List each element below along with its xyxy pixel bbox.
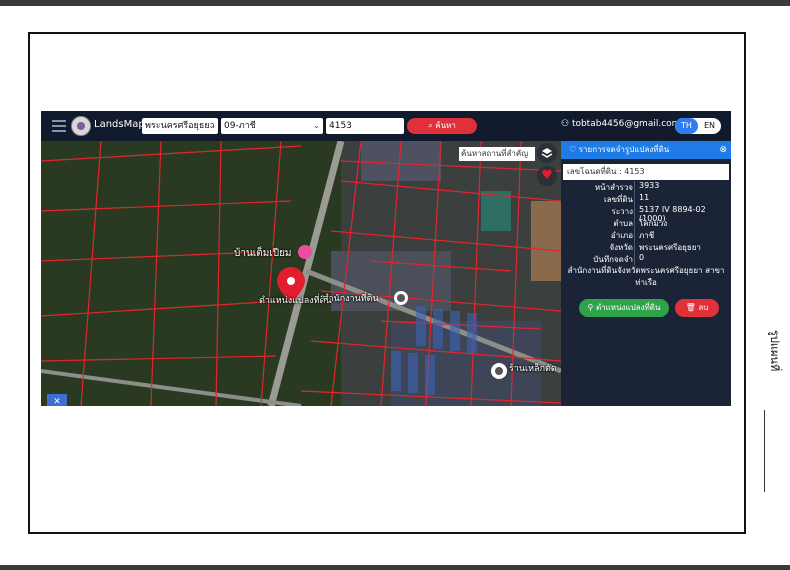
info-row: ตำบล โคกม่วง xyxy=(563,217,729,229)
parcel-input-value: 4153 xyxy=(329,121,352,131)
parcel-panel: ♡ รายการจดจำรูปแปลงที่ดิน ⊗ เลขโฉนดที่ดิ… xyxy=(561,141,731,406)
info-value: 11 xyxy=(639,193,650,202)
chevron-down-icon: ⌄ xyxy=(208,121,215,130)
info-key: บันทึกจดจำ xyxy=(593,255,633,264)
land-office: สำนักงานที่ดินจังหวัดพระนครศรีอยุธยา สาข… xyxy=(567,266,725,287)
district-select[interactable]: 09-ภาชี ⌄ xyxy=(221,118,323,134)
province-value: พระนครศรีอยุธยา xyxy=(145,121,215,131)
row-separator xyxy=(634,229,635,241)
search-button[interactable]: ⌕ ค้นหา xyxy=(407,118,477,134)
row-separator xyxy=(634,253,635,265)
delete-button[interactable]: 🗑 ลบ xyxy=(675,299,719,317)
locate-button-label: ตำแหน่งแปลงที่ดิน xyxy=(595,303,661,312)
info-row: เลขที่ดิน 11 xyxy=(563,193,729,205)
parcel-info-table: หน้าสำรวจ 3933 เลขที่ดิน 11 ระวาง 5137 IV 8… xyxy=(563,181,729,289)
language-toggle[interactable]: TH EN xyxy=(675,118,721,134)
info-value: 3933 xyxy=(639,181,660,190)
panel-header: ♡ รายการจดจำรูปแปลงที่ดิน ⊗ xyxy=(561,141,731,159)
province-select[interactable]: พระนครศรีอยุธยา ⌄ xyxy=(142,118,218,134)
info-row: บันทึกจดจำ 0 xyxy=(563,253,729,265)
chevron-down-icon: ⌄ xyxy=(313,121,320,130)
info-row: จังหวัด พระนครศรีอยุธยา xyxy=(563,241,729,253)
locate-parcel-button[interactable]: ⚲ ตำแหน่งแปลงที่ดิน xyxy=(579,299,669,317)
app-logo xyxy=(71,116,91,136)
menu-icon[interactable] xyxy=(52,120,66,132)
pin-icon: ⚲ xyxy=(587,303,596,312)
info-row: ระวาง 5137 IV 8894-02 (1000) xyxy=(563,205,729,223)
parcel-input[interactable]: 4153 xyxy=(326,118,404,134)
delete-button-label: ลบ xyxy=(698,303,709,312)
map-label-village: บ้านเต็มเปียม xyxy=(234,248,292,259)
layers-button[interactable] xyxy=(537,143,557,163)
user-icon: ⚇ xyxy=(561,119,572,129)
window-top-bar xyxy=(0,0,790,6)
close-icon[interactable]: ⊗ xyxy=(719,141,727,159)
side-caption-line xyxy=(764,410,765,492)
layers-icon xyxy=(541,148,553,158)
info-row: หน้าสำรวจ 3933 xyxy=(563,181,729,193)
parcel-number-field: เลขโฉนดที่ดิน : 4153 xyxy=(563,164,729,180)
window-bottom-bar xyxy=(0,565,790,570)
heart-outline-icon: ♡ xyxy=(569,145,579,154)
map-label-road: สำนักงานที่ดิน xyxy=(323,294,379,304)
map-label-shop: ร้านเหล็กตัด xyxy=(509,364,557,374)
search-button-label: ค้นหา xyxy=(435,121,456,130)
map-label-marker: ตำแหน่งแปลงที่ดิน xyxy=(259,296,332,306)
info-value: 0 xyxy=(639,253,645,262)
map-view[interactable]: ค้นหาสถานที่สำคัญ ♥ บ้านเต็มเปียม ตำแหน่… xyxy=(41,141,561,406)
collapse-icon[interactable]: ✕ xyxy=(47,394,67,406)
row-separator xyxy=(634,193,635,205)
map-imagery xyxy=(41,141,561,406)
lang-th[interactable]: TH xyxy=(675,118,698,134)
heart-icon[interactable]: ♥ xyxy=(537,166,557,186)
user-menu[interactable]: ⚇ tobtab4456@gmail.com ⌄ xyxy=(561,119,691,129)
top-navbar: LandsMaps พระนครศรีอยุธยา ⌄ 09-ภาชี ⌄ 4153… xyxy=(41,111,731,141)
row-separator xyxy=(634,181,635,193)
row-separator xyxy=(634,241,635,253)
panel-title: รายการจดจำรูปแปลงที่ดิน xyxy=(578,145,670,154)
trash-icon: 🗑 xyxy=(685,303,699,312)
side-caption: รูปแผนที่ xyxy=(768,330,781,372)
map-screenshot: LandsMaps พระนครศรีอยุธยา ⌄ 09-ภาชี ⌄ 4153… xyxy=(41,111,731,406)
row-separator xyxy=(634,217,635,229)
lang-en[interactable]: EN xyxy=(698,118,721,134)
info-row: อำเภอ ภาชี xyxy=(563,229,729,241)
row-separator xyxy=(634,205,635,217)
district-value: 09-ภาชี xyxy=(224,121,256,131)
place-search-input[interactable]: ค้นหาสถานที่สำคัญ xyxy=(459,147,535,161)
user-email: tobtab4456@gmail.com xyxy=(571,119,681,129)
